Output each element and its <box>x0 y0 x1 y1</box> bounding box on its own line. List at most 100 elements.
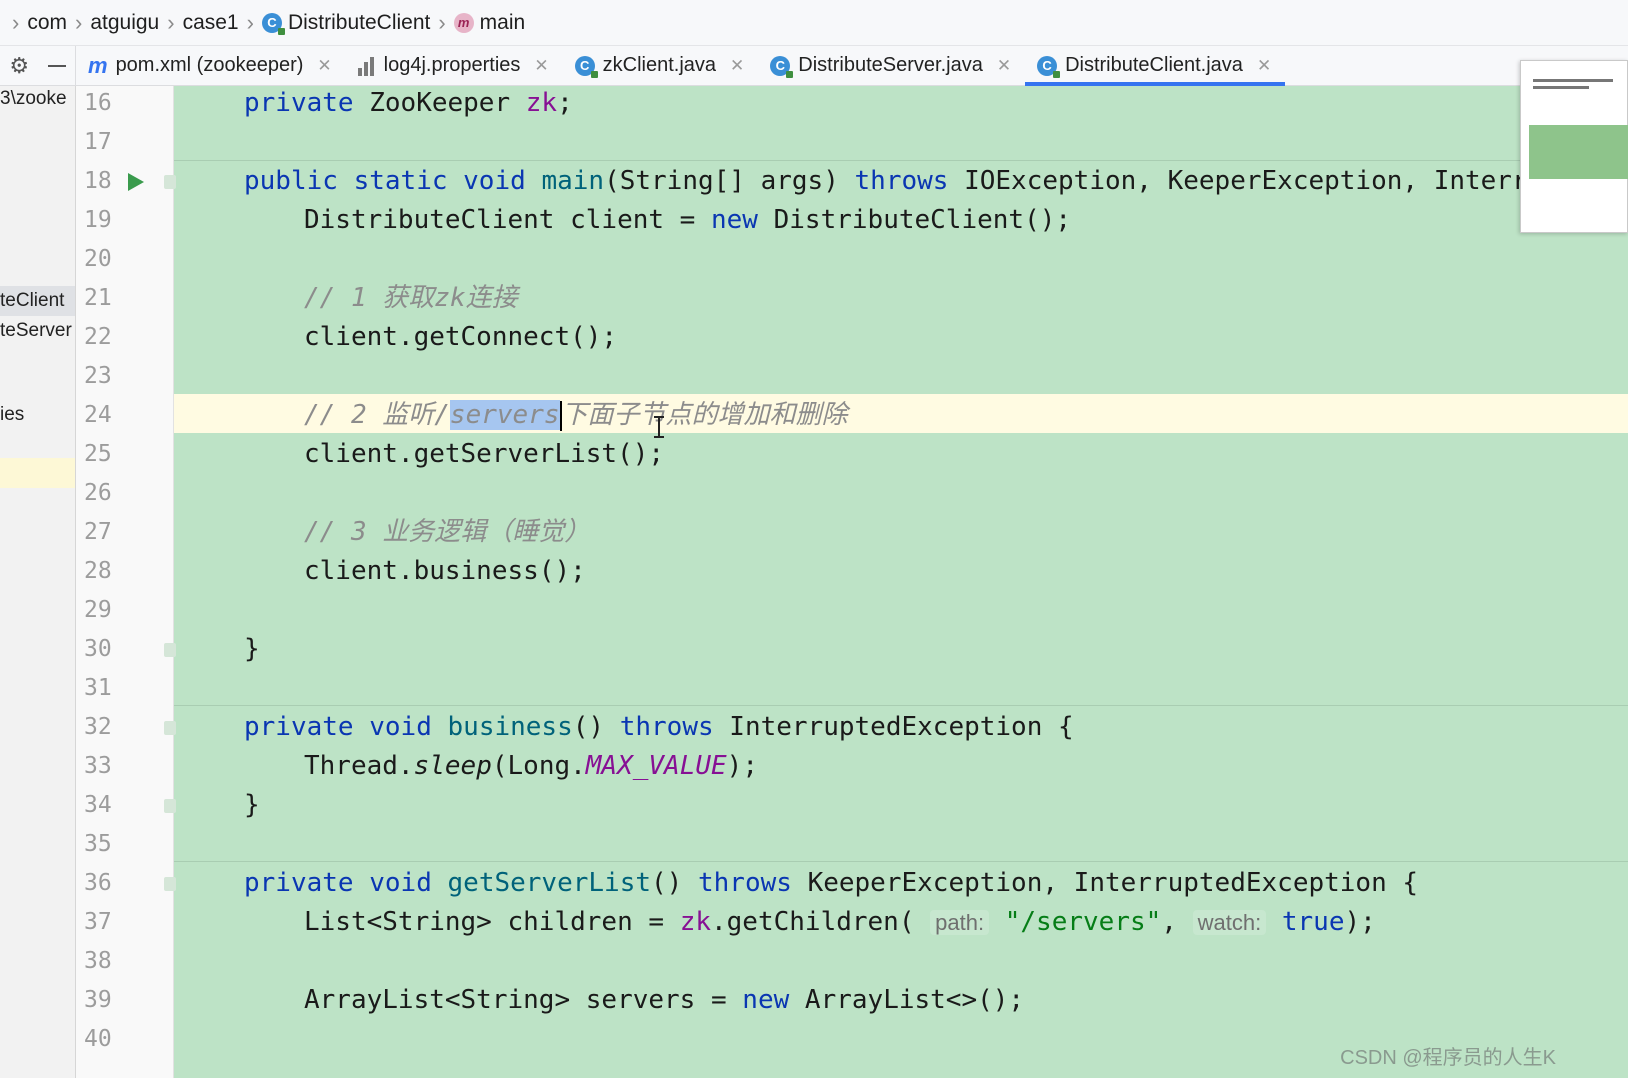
code-line: 35 <box>0 825 1628 864</box>
code-text[interactable]: client.getServerList(); <box>304 435 664 474</box>
text-selection: servers <box>449 400 560 430</box>
breadcrumb-item-com[interactable]: com <box>27 0 67 46</box>
close-icon[interactable]: ✕ <box>534 56 548 76</box>
tab-distributeserver-java[interactable]: C DistributeServer.java ✕ <box>758 46 1025 85</box>
close-icon[interactable]: ✕ <box>317 56 331 76</box>
code-line: 32 private void business() throws Interr… <box>0 708 1628 747</box>
maven-icon: m <box>88 52 108 78</box>
code-text[interactable]: } <box>244 786 260 825</box>
preview-thumbnail[interactable] <box>1520 60 1628 233</box>
parameter-hint-path: path: <box>930 910 990 935</box>
chevron-right-icon: › <box>167 9 175 35</box>
line-number: 32 <box>84 714 112 740</box>
code-line: 22 client.getConnect(); <box>0 318 1628 357</box>
code-text[interactable]: List<String> children = zk.getChildren( … <box>304 903 1376 942</box>
code-text[interactable]: client.getConnect(); <box>304 318 617 357</box>
line-number: 17 <box>84 129 112 155</box>
code-line: 17 <box>0 123 1628 162</box>
line-number: 39 <box>84 987 112 1013</box>
breadcrumb-item-class[interactable]: C DistributeClient <box>261 0 430 46</box>
chevron-right-icon: › <box>75 9 83 35</box>
code-line: 19 DistributeClient client = new Distrib… <box>0 201 1628 240</box>
code-line: 25 client.getServerList(); <box>0 435 1628 474</box>
project-toolbar: ⚙ <box>0 46 76 85</box>
code-line: 39 ArrayList<String> servers = new Array… <box>0 981 1628 1020</box>
line-number: 35 <box>84 831 112 857</box>
breadcrumb-item-case1[interactable]: case1 <box>183 0 239 46</box>
fold-icon[interactable] <box>164 643 176 657</box>
tab-log4j-properties[interactable]: log4j.properties ✕ <box>346 46 563 85</box>
line-number: 33 <box>84 753 112 779</box>
code-line: 28 client.business(); <box>0 552 1628 591</box>
code-comment[interactable]: // 1 获取zk连接 <box>304 279 518 318</box>
code-text[interactable]: private void getServerList() throws Keep… <box>244 864 1418 903</box>
line-number: 21 <box>84 285 112 311</box>
line-number: 37 <box>84 909 112 935</box>
code-line: 30 } <box>0 630 1628 669</box>
class-icon: C <box>1037 55 1061 78</box>
code-text[interactable]: DistributeClient client = new Distribute… <box>304 201 1071 240</box>
code-line: 16 private ZooKeeper zk; <box>0 84 1628 123</box>
tab-pom-xml[interactable]: m pom.xml (zookeeper) ✕ <box>76 46 346 85</box>
fold-icon[interactable] <box>164 799 176 813</box>
code-text[interactable]: client.business(); <box>304 552 586 591</box>
line-number: 19 <box>84 207 112 233</box>
watermark: CSDN @程序员的人生K <box>1340 1047 1556 1069</box>
line-number: 26 <box>84 480 112 506</box>
class-icon: C <box>574 55 598 78</box>
thumbnail-image <box>1529 125 1628 179</box>
editor-tab-bar: ⚙ m pom.xml (zookeeper) ✕ log4j.properti… <box>0 46 1628 86</box>
close-icon[interactable]: ✕ <box>730 56 744 76</box>
line-number: 25 <box>84 441 112 467</box>
code-text[interactable]: ArrayList<String> servers = new ArrayLis… <box>304 981 1024 1020</box>
line-number: 24 <box>84 402 112 428</box>
code-line: 20 <box>0 240 1628 279</box>
code-line: 26 <box>0 474 1628 513</box>
line-number: 20 <box>84 246 112 272</box>
collapse-icon[interactable] <box>47 64 66 67</box>
code-line-current: 24 // 2 监听/servers下面子节点的增加和删除 <box>0 396 1628 435</box>
code-text[interactable]: public static void main(String[] args) t… <box>244 162 1575 201</box>
gear-icon[interactable]: ⚙ <box>9 53 29 79</box>
fold-icon[interactable] <box>164 721 176 735</box>
breadcrumb: › com › atguigu › case1 › C DistributeCl… <box>0 0 1628 46</box>
tab-zkclient-java[interactable]: C zkClient.java ✕ <box>563 46 759 85</box>
close-icon[interactable]: ✕ <box>1257 56 1271 76</box>
close-icon[interactable]: ✕ <box>997 56 1011 76</box>
breadcrumb-item-method[interactable]: m main <box>453 0 525 46</box>
line-number: 27 <box>84 519 112 545</box>
line-number: 30 <box>84 636 112 662</box>
code-line: 34 } <box>0 786 1628 825</box>
code-line: 31 <box>0 669 1628 708</box>
line-number: 16 <box>84 90 112 116</box>
code-comment[interactable]: // 3 业务逻辑（睡觉） <box>304 513 590 552</box>
code-text[interactable]: private ZooKeeper zk; <box>244 84 573 123</box>
tab-distributeclient-java[interactable]: C DistributeClient.java ✕ <box>1025 46 1286 86</box>
code-text[interactable]: private void business() throws Interrupt… <box>244 708 1074 747</box>
code-line: 29 <box>0 591 1628 630</box>
code-comment[interactable]: // 2 监听/servers下面子节点的增加和删除 <box>304 396 848 435</box>
code-text[interactable]: } <box>244 630 260 669</box>
code-line: 21 // 1 获取zk连接 <box>0 279 1628 318</box>
line-number: 34 <box>84 792 112 818</box>
code-line: 27 // 3 业务逻辑（睡觉） <box>0 513 1628 552</box>
chevron-right-icon: › <box>12 9 20 35</box>
code-line: 23 <box>0 357 1628 396</box>
line-number: 22 <box>84 324 112 350</box>
breadcrumb-item-atguigu[interactable]: atguigu <box>90 0 159 46</box>
line-number: 28 <box>84 558 112 584</box>
run-icon[interactable] <box>128 173 144 191</box>
line-number: 23 <box>84 363 112 389</box>
code-text[interactable]: Thread.sleep(Long.MAX_VALUE); <box>304 747 758 786</box>
properties-icon <box>357 56 376 76</box>
thumbnail-text <box>1533 79 1613 93</box>
line-number: 36 <box>84 870 112 896</box>
fold-icon[interactable] <box>164 877 176 891</box>
line-number: 18 <box>84 168 112 194</box>
code-line: 33 Thread.sleep(Long.MAX_VALUE); <box>0 747 1628 786</box>
method-icon: m <box>453 12 474 33</box>
line-number: 38 <box>84 948 112 974</box>
fold-icon[interactable] <box>164 175 176 189</box>
code-line: 36 private void getServerList() throws K… <box>0 864 1628 903</box>
class-icon: C <box>770 55 794 78</box>
